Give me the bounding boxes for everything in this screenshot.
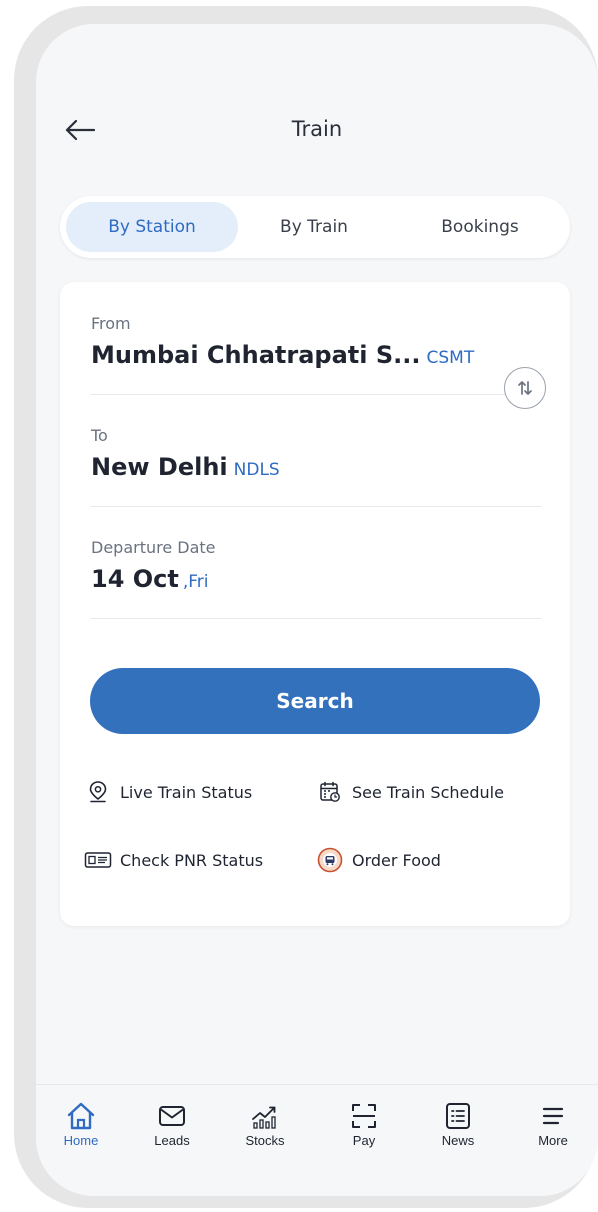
ticket-icon <box>84 846 112 874</box>
quick-link-label: Order Food <box>352 850 441 870</box>
quick-link-label: Live Train Status <box>120 782 253 802</box>
departure-date-label: Departure Date <box>91 538 216 557</box>
nav-label: More <box>538 1133 568 1148</box>
departure-date-value: 14 Oct ,Fri <box>91 565 541 593</box>
nav-leads[interactable]: Leads <box>137 1099 207 1148</box>
news-icon <box>446 1103 470 1129</box>
search-card: From Mumbai Chhatrapati S... CSMT To New … <box>60 282 570 926</box>
to-code: NDLS <box>233 460 280 480</box>
menu-icon <box>542 1107 564 1125</box>
quick-link-label: See Train Schedule <box>352 782 504 802</box>
tab-by-station[interactable]: By Station <box>66 202 238 252</box>
home-icon <box>67 1102 95 1130</box>
nav-label: Stocks <box>245 1133 285 1148</box>
nav-pay[interactable]: Pay <box>329 1099 399 1148</box>
from-code: CSMT <box>426 348 475 368</box>
nav-news[interactable]: News <box>423 1099 493 1148</box>
from-station: Mumbai Chhatrapati S... <box>91 341 421 369</box>
stocks-chart-icon <box>252 1106 276 1129</box>
mail-icon <box>159 1106 185 1126</box>
page-title: Train <box>291 117 343 141</box>
to-field[interactable]: To New Delhi NDLS <box>91 426 541 507</box>
scan-icon <box>352 1104 376 1128</box>
nav-label: News <box>441 1133 475 1148</box>
quick-link-order-food[interactable]: Order Food <box>316 846 441 874</box>
bottom-nav: Home Leads Stocks Pay News More <box>36 1084 598 1196</box>
from-value: Mumbai Chhatrapati S... CSMT <box>91 341 541 369</box>
nav-label: Pay <box>352 1133 376 1148</box>
tab-by-train[interactable]: By Train <box>232 202 396 252</box>
quick-link-label: Check PNR Status <box>120 850 264 870</box>
search-button[interactable]: Search <box>90 668 540 734</box>
to-station: New Delhi <box>91 453 228 481</box>
nav-home[interactable]: Home <box>46 1099 116 1148</box>
swap-arrows-icon <box>518 381 532 395</box>
nav-label: Leads <box>154 1133 190 1148</box>
swap-stations-button[interactable] <box>504 367 546 409</box>
from-label: From <box>91 314 131 333</box>
quick-link-check-pnr-status[interactable]: Check PNR Status <box>84 846 263 874</box>
quick-link-see-train-schedule[interactable]: See Train Schedule <box>316 778 504 806</box>
tab-bookings[interactable]: Bookings <box>396 202 564 252</box>
date-day: ,Fri <box>182 572 209 592</box>
tab-bar: By Station By Train Bookings <box>60 196 570 258</box>
food-icon <box>316 846 344 874</box>
header: Train <box>36 24 598 204</box>
location-pin-icon <box>84 778 112 806</box>
date-value: 14 Oct <box>91 565 179 593</box>
nav-label: Home <box>63 1133 99 1148</box>
calendar-clock-icon <box>316 778 344 806</box>
nav-stocks[interactable]: Stocks <box>230 1099 300 1148</box>
to-label: To <box>91 426 108 445</box>
app-screen: Train By Station By Train Bookings From … <box>36 24 598 1196</box>
departure-date-field[interactable]: Departure Date 14 Oct ,Fri <box>91 538 541 619</box>
quick-link-live-train-status[interactable]: Live Train Status <box>84 778 252 806</box>
from-field[interactable]: From Mumbai Chhatrapati S... CSMT <box>91 314 541 395</box>
nav-more[interactable]: More <box>518 1099 588 1148</box>
to-value: New Delhi NDLS <box>91 453 541 481</box>
